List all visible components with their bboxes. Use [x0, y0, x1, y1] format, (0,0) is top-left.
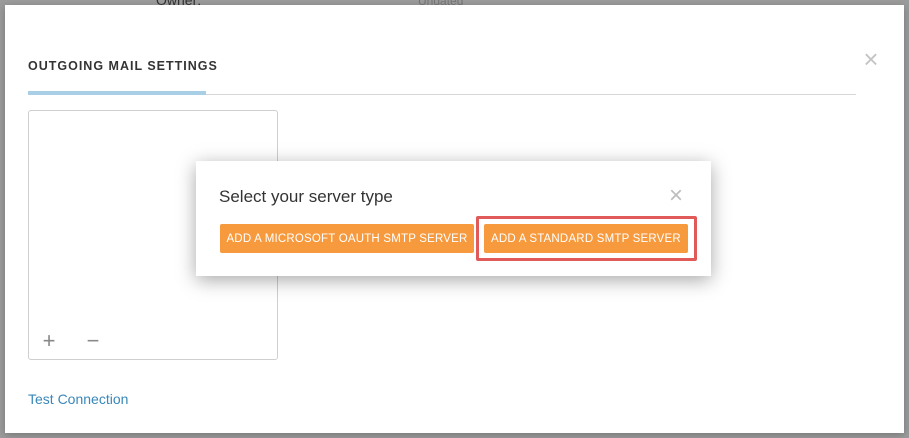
- add-standard-smtp-server-button[interactable]: ADD A STANDARD SMTP SERVER: [484, 224, 688, 253]
- dialog-title: Select your server type: [219, 187, 393, 206]
- add-microsoft-oauth-smtp-server-button[interactable]: ADD A MICROSOFT OAUTH SMTP SERVER: [220, 224, 474, 253]
- close-icon[interactable]: ×: [666, 184, 686, 208]
- server-type-dialog: Select your server type × ADD A MICROSOF…: [196, 161, 711, 276]
